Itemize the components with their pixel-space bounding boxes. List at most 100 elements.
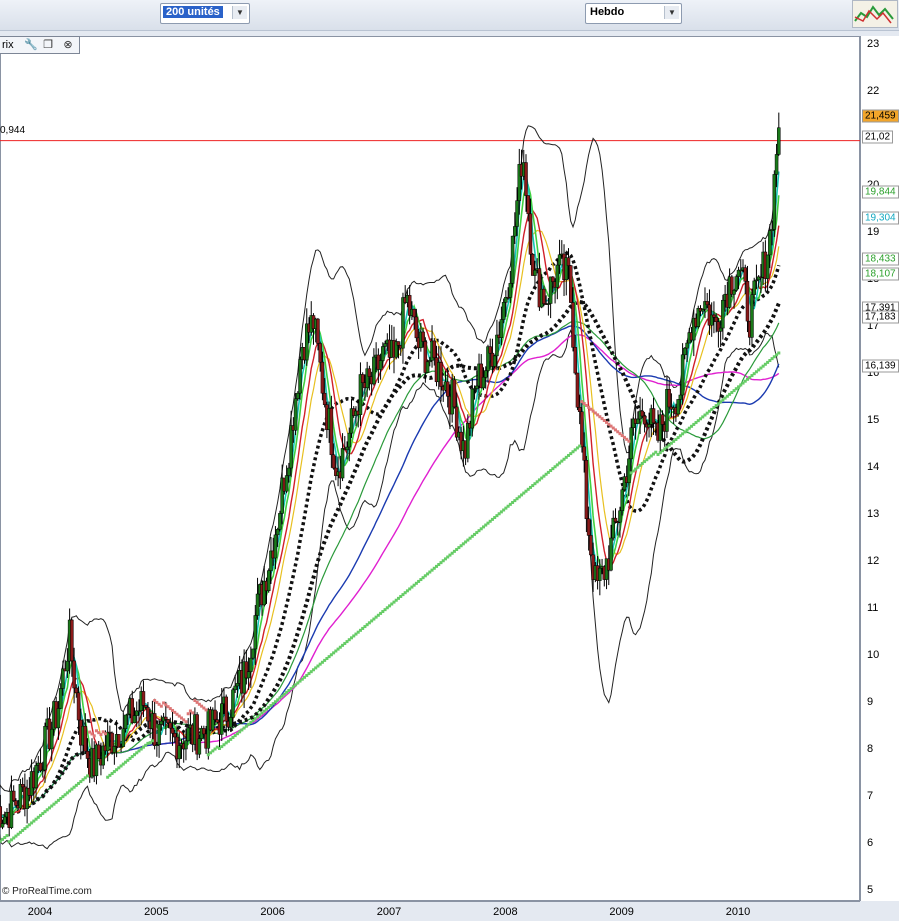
candle-body (685, 342, 689, 349)
y-tick-label: 15 (867, 414, 880, 426)
candle-body (329, 408, 334, 456)
price-label: 18,107 (862, 267, 899, 281)
candle-body (721, 299, 725, 329)
candle-body (215, 719, 220, 723)
sar-dot (184, 720, 188, 724)
candle-body (112, 746, 117, 753)
x-tick-label: 2004 (27, 906, 53, 918)
candle-body (414, 316, 419, 339)
candle-body (705, 301, 709, 306)
candle-body (18, 784, 23, 809)
candle-body (499, 319, 504, 338)
close-icon[interactable]: ⊗ (62, 39, 74, 51)
candle-body (636, 418, 640, 424)
panel-header-text: rix (2, 39, 14, 51)
candle-body (777, 127, 781, 155)
candle-body (772, 174, 777, 230)
candle-body (412, 309, 416, 318)
y-axis: 567891011121314151617181920212223 (860, 36, 899, 901)
candle-body (627, 458, 631, 484)
candle-body (613, 517, 618, 523)
candle-body (70, 619, 74, 662)
candle-body (345, 446, 349, 451)
candle-body (96, 744, 101, 760)
candle-body (224, 696, 228, 722)
candle-body (510, 235, 515, 284)
y-tick-label: 6 (867, 837, 874, 849)
candle-body (177, 745, 181, 760)
candle-body (320, 361, 325, 394)
y-tick-label: 9 (867, 696, 874, 708)
price-chart (0, 112, 860, 850)
y-tick-label: 13 (867, 508, 880, 520)
candle-body (168, 722, 173, 729)
candle-body (246, 671, 251, 679)
wrench-icon[interactable]: 🔧 (24, 39, 38, 51)
candle-body (577, 407, 582, 412)
candle-body (586, 518, 591, 536)
candle-body (508, 283, 513, 298)
candle-body (580, 411, 584, 448)
candle-body (712, 314, 716, 318)
sar-dot (191, 711, 195, 715)
y-tick-label: 5 (867, 884, 874, 896)
sar-dot (777, 351, 781, 355)
candle-body (117, 734, 121, 748)
candle-body (765, 254, 770, 279)
window-icon[interactable]: ❐ (42, 39, 54, 51)
candle-body (166, 719, 170, 724)
candle-body (421, 331, 425, 342)
candle-body (157, 724, 161, 746)
candle-body (213, 709, 217, 720)
x-tick-label: 2008 (493, 906, 518, 918)
chevron-down-icon: ▼ (664, 6, 679, 19)
candle-body (678, 394, 683, 400)
price-label: 21,02 (862, 130, 894, 144)
candle-body (768, 230, 772, 256)
sar-dot (627, 439, 631, 443)
candle-body (273, 534, 278, 559)
sar-dot (103, 732, 107, 736)
candle-body (318, 343, 322, 363)
candle-body (750, 294, 754, 338)
candle-body (56, 708, 61, 729)
candle-body (65, 660, 70, 672)
period-dropdown[interactable]: Hebdo ▼ (585, 3, 682, 24)
x-axis: 2004 2005 2006 2007 2008 2009 2010 (0, 901, 860, 921)
units-dropdown[interactable]: 200 unités ▼ (160, 3, 250, 24)
candle-body (445, 381, 450, 397)
candle-body (640, 410, 645, 417)
candle-body (322, 392, 327, 405)
candle-body (396, 341, 401, 346)
candle-body (475, 385, 479, 389)
y-tick-label: 12 (867, 555, 880, 567)
candle-body (340, 448, 345, 479)
candle-body (743, 267, 747, 282)
price-label: 21,459 (862, 109, 899, 123)
candle-body (466, 422, 470, 459)
candle-body (49, 728, 54, 750)
candle-body (752, 280, 756, 295)
y-tick-label: 14 (867, 461, 880, 473)
candle-body (287, 467, 291, 476)
candle-body (495, 334, 499, 357)
chart-type-icon[interactable] (852, 0, 898, 28)
candle-body (620, 489, 624, 511)
watermark: © ProRealTime.com (2, 886, 92, 897)
candle-body (331, 454, 336, 469)
candle-body (568, 265, 573, 303)
candle-body (296, 392, 300, 400)
x-tick-label: 2005 (144, 906, 169, 918)
candle-body (629, 427, 633, 460)
sar-dot (186, 712, 190, 716)
candle-body (159, 720, 164, 725)
candle-body (513, 226, 517, 237)
candle-body (651, 408, 656, 424)
x-tick-label: 2010 (725, 906, 751, 918)
candle-body (647, 424, 651, 428)
candle-body (72, 660, 76, 689)
candle-body (0, 823, 5, 828)
candle-body (557, 254, 562, 266)
candle-body (170, 727, 175, 734)
candle-body (732, 290, 736, 295)
